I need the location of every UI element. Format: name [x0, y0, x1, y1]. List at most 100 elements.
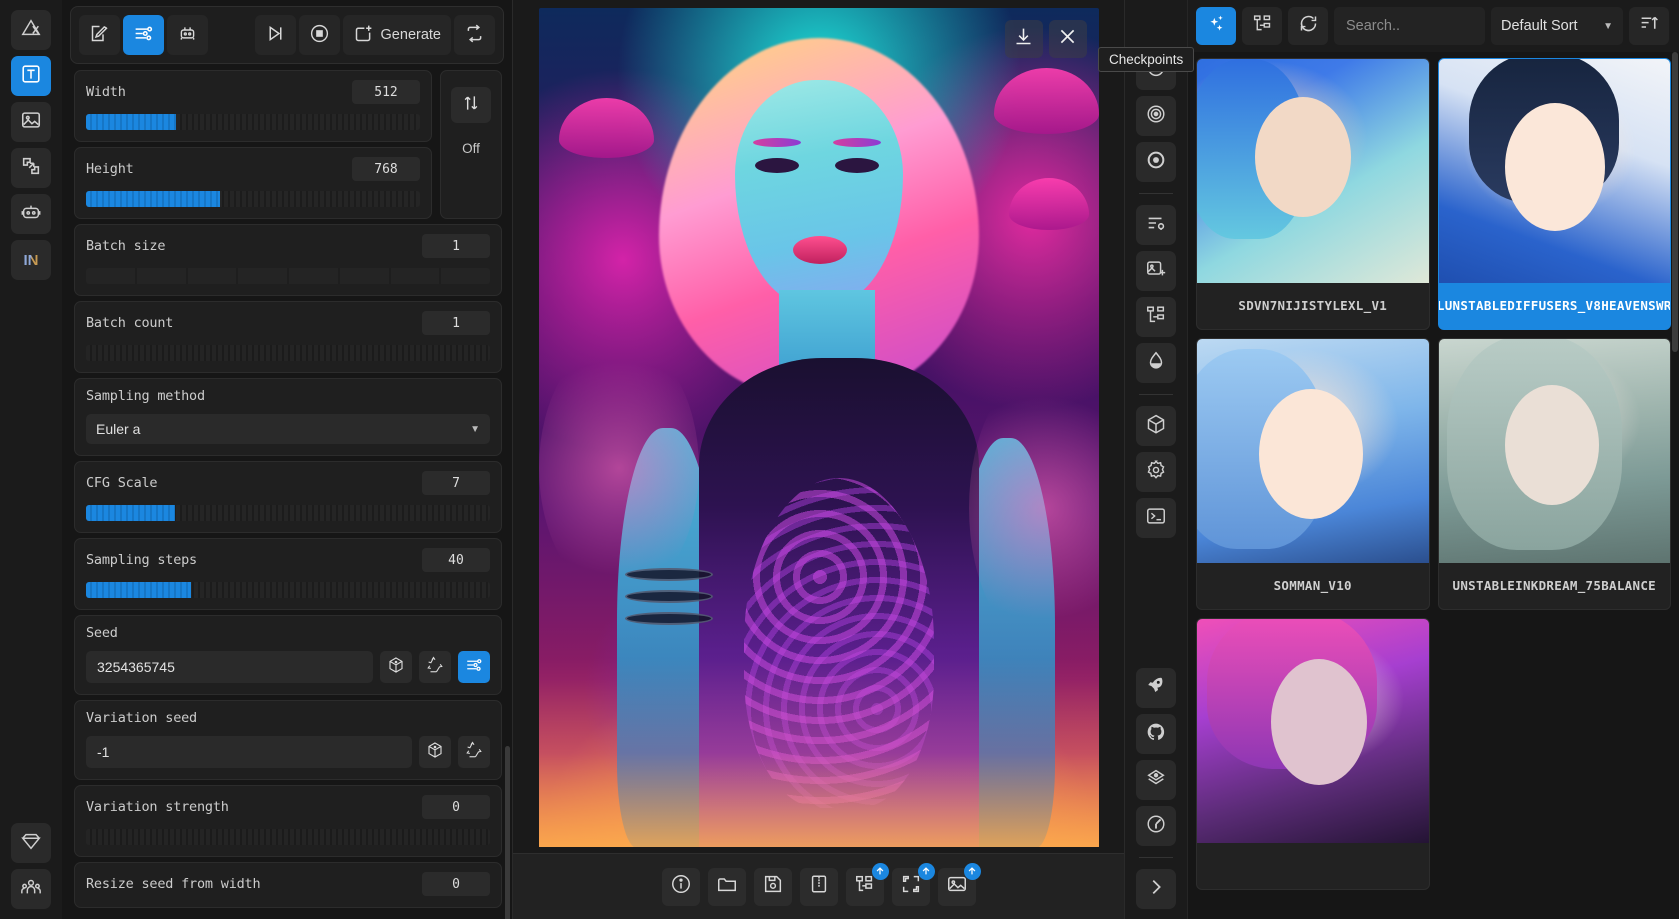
- model-card[interactable]: SOMMAN_V10: [1196, 338, 1430, 610]
- batch-count-slider[interactable]: [86, 345, 490, 361]
- target-filled-icon: [1145, 149, 1167, 176]
- sidebar-item-logo[interactable]: [11, 10, 51, 50]
- sidebar-item-upscale[interactable]: [11, 148, 51, 188]
- swap-dimensions-button[interactable]: [451, 87, 491, 123]
- parameters-scrollbar[interactable]: [505, 746, 510, 919]
- loop-button[interactable]: [454, 15, 495, 55]
- parameters-scroll-area[interactable]: Width 512 Height 768 Off Batch size 1 Ba…: [62, 66, 512, 919]
- refresh-models-button[interactable]: [1288, 7, 1328, 45]
- sidebar-item-agent[interactable]: [11, 194, 51, 234]
- send-resize-icon: [900, 873, 922, 900]
- sidebar-item-text-to-image[interactable]: [11, 56, 51, 96]
- image-info-button[interactable]: [661, 867, 700, 906]
- send-to-img2img-button[interactable]: [937, 862, 981, 906]
- resize-expand-icon: [20, 155, 42, 182]
- variation-seed-recycle-button[interactable]: [458, 736, 490, 768]
- checkpoints-tab-button[interactable]: [1196, 7, 1236, 45]
- width-value[interactable]: 512: [352, 80, 420, 104]
- rail-item-embeddings[interactable]: [1136, 96, 1176, 136]
- sidebar-item-image-to-image[interactable]: [11, 102, 51, 142]
- height-slider[interactable]: [86, 191, 420, 207]
- sampling-method-select[interactable]: Euler a ▼: [86, 414, 490, 444]
- seed-recycle-button[interactable]: [419, 651, 451, 683]
- batch-size-value[interactable]: 1: [422, 234, 490, 258]
- variation-seed-randomize-button[interactable]: [419, 736, 451, 768]
- resize-seed-header: Resize seed from width 0: [86, 872, 490, 896]
- sidebar-item-premium[interactable]: [11, 823, 51, 863]
- robot-icon: [20, 201, 42, 228]
- rail-item-hypernetworks[interactable]: [1136, 142, 1176, 182]
- rail-item-launch-rocket[interactable]: [1136, 668, 1176, 708]
- cube-icon: [1145, 413, 1167, 440]
- rail-item-refresh-circle[interactable]: [1136, 806, 1176, 846]
- model-card[interactable]: UNSTABLEINKDREAM_75BALANCE: [1437, 338, 1671, 610]
- send-to-extras-button[interactable]: [891, 862, 935, 906]
- dice-cube-icon: [387, 656, 405, 679]
- width-slider-fill: [86, 114, 177, 130]
- batch-size-slider[interactable]: [86, 268, 490, 284]
- height-value[interactable]: 768: [352, 157, 420, 181]
- generated-image[interactable]: [538, 8, 1099, 847]
- tree-view-button[interactable]: [1242, 7, 1282, 45]
- variation-strength-parameter: Variation strength 0: [74, 785, 502, 857]
- rail-item-settings-list[interactable]: [1136, 205, 1176, 245]
- loop-repeat-icon: [464, 23, 485, 48]
- seed-randomize-button[interactable]: [380, 651, 412, 683]
- skip-button[interactable]: [254, 15, 296, 55]
- variation-seed-input[interactable]: -1: [86, 736, 412, 768]
- edit-prompt-button[interactable]: [79, 15, 120, 55]
- interrupt-button[interactable]: [298, 15, 340, 55]
- rail-item-expand-panel[interactable]: [1136, 869, 1176, 909]
- artwork-eye-right: [834, 157, 879, 173]
- generate-plus-icon: [353, 23, 374, 48]
- cfg-scale-label: CFG Scale: [86, 475, 158, 491]
- dimensions-row: Width 512 Height 768 Off: [74, 70, 502, 224]
- search-input[interactable]: Search..: [1334, 7, 1485, 45]
- sort-select[interactable]: Default Sort ▼: [1491, 7, 1623, 45]
- model-card[interactable]: [1196, 618, 1430, 890]
- cfg-scale-slider[interactable]: [86, 505, 490, 521]
- model-grid: SDVN7NIJISTYLEXL_V1 SDXLUNSTABLEDIFFUSER…: [1188, 52, 1679, 919]
- generate-button[interactable]: Generate: [342, 15, 451, 55]
- model-card[interactable]: SDXLUNSTABLEDIFFUSERS_V8HEAVENSWRATH: [1437, 58, 1671, 330]
- people-group-icon: [20, 876, 42, 903]
- aspect-lock-state[interactable]: Off: [462, 141, 480, 156]
- seed-input[interactable]: 3254365745: [86, 651, 373, 683]
- cfg-scale-value[interactable]: 7: [422, 471, 490, 495]
- sampling-method-header: Sampling method: [86, 388, 490, 404]
- close-image-button[interactable]: [1048, 19, 1087, 58]
- right-side-container: Search.. Default Sort ▼ Checkpoints SDVN…: [1098, 0, 1679, 919]
- resize-seed-value[interactable]: 0: [422, 872, 490, 896]
- sidebar-item-install[interactable]: IN: [11, 240, 51, 280]
- model-grid-scrollbar[interactable]: [1672, 52, 1678, 352]
- download-image-button[interactable]: [1004, 19, 1043, 58]
- batch-count-label: Batch count: [86, 315, 174, 331]
- sampling-steps-value[interactable]: 40: [422, 548, 490, 572]
- sampling-steps-slider[interactable]: [86, 582, 490, 598]
- artwork-lips: [792, 235, 847, 264]
- send-to-inpaint-button[interactable]: [845, 862, 889, 906]
- save-image-button[interactable]: [753, 867, 792, 906]
- rail-item-console[interactable]: [1136, 498, 1176, 538]
- variation-strength-value[interactable]: 0: [422, 795, 490, 819]
- open-folder-button[interactable]: [707, 867, 746, 906]
- rail-item-add-image[interactable]: [1136, 251, 1176, 291]
- seed-extra-button[interactable]: [458, 651, 490, 683]
- rail-item-github[interactable]: [1136, 714, 1176, 754]
- rail-item-node-tree[interactable]: [1136, 297, 1176, 337]
- rail-item-settings-gear[interactable]: [1136, 452, 1176, 492]
- extensions-button[interactable]: [167, 15, 208, 55]
- sidebar-item-community[interactable]: [11, 869, 51, 909]
- batch-count-value[interactable]: 1: [422, 311, 490, 335]
- width-slider[interactable]: [86, 114, 420, 130]
- sort-order-button[interactable]: [1629, 7, 1669, 45]
- archive-zip-button[interactable]: [799, 867, 838, 906]
- artwork-foliage-left: [538, 337, 699, 598]
- rail-item-model-cube[interactable]: [1136, 406, 1176, 446]
- rail-item-droplet[interactable]: [1136, 343, 1176, 383]
- parameters-button[interactable]: [123, 15, 164, 55]
- rail-item-layers[interactable]: [1136, 760, 1176, 800]
- variation-strength-slider[interactable]: [86, 829, 490, 845]
- model-card[interactable]: SDVN7NIJISTYLEXL_V1: [1196, 58, 1430, 330]
- variation-seed-label: Variation seed: [86, 710, 197, 726]
